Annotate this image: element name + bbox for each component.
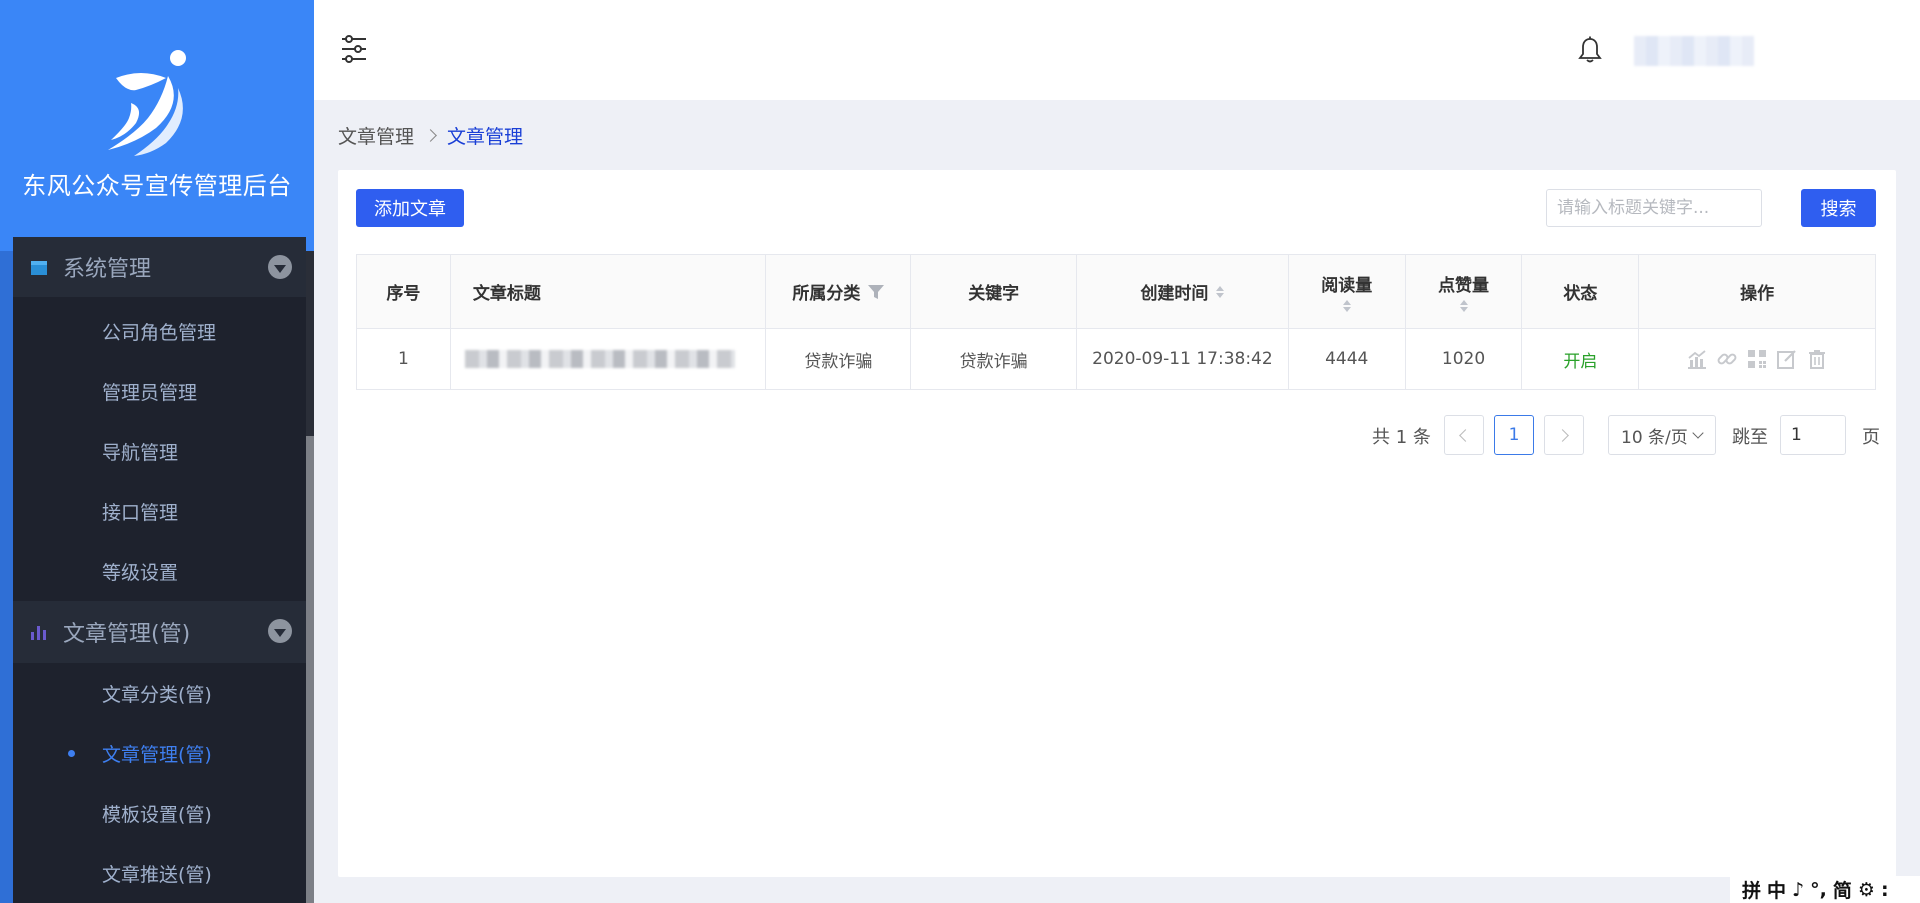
brand-panel: 东风公众号宣传管理后台 [0,0,314,251]
cell-created: 2020-09-11 17:38:42 [1077,329,1289,389]
breadcrumb-parent[interactable]: 文章管理 [338,122,414,149]
sidebar-group-articles[interactable]: 文章管理(管) [13,601,306,663]
cell-status: 开启 [1522,329,1640,389]
sort-icon[interactable] [1459,300,1468,312]
col-status: 状态 [1522,255,1640,328]
col-title-label: 文章标题 [472,284,541,304]
cell-reads: 4444 [1289,329,1406,389]
app-title: 东风公众号宣传管理后台 [22,172,292,200]
prev-page-button[interactable] [1444,415,1484,455]
bar-chart-icon [29,623,49,641]
table-header: 序号 文章标题 所属分类 关键字 创建时间 阅读量 点赞量 状态 操作 [357,255,1875,329]
bell-icon[interactable] [1578,36,1602,64]
cell-keyword: 贷款诈骗 [911,329,1078,389]
delete-icon[interactable] [1806,348,1828,370]
sidebar-item-navigation[interactable]: 导航管理 [102,438,178,465]
sidebar-group-system[interactable]: 系统管理 [13,237,306,297]
col-reads-label: 阅读量 [1321,276,1373,296]
sidebar-group-label: 系统管理 [63,257,152,282]
sidebar-item-company-roles[interactable]: 公司角色管理 [102,318,216,345]
jump-page-input[interactable] [1780,415,1846,455]
breadcrumb: 文章管理 文章管理 [338,122,523,149]
page-size-value: 10 条/页 [1621,427,1688,448]
edit-icon[interactable] [1776,348,1798,370]
page-number-button[interactable]: 1 [1494,415,1534,455]
settings-sliders-icon[interactable] [340,34,368,64]
ime-punct-icon[interactable]: °, [1810,879,1827,901]
breadcrumb-separator-icon [424,129,437,142]
cell-index: 1 [357,329,451,389]
search-button[interactable]: 搜索 [1801,189,1876,227]
sidebar-accent [0,251,13,903]
chevron-down-icon[interactable] [268,255,292,279]
top-header [314,0,1920,100]
cell-title[interactable] [451,329,767,389]
jump-label: 跳至 [1732,427,1768,448]
next-page-button[interactable] [1544,415,1584,455]
ime-more-icon[interactable]: : [1881,879,1889,901]
sidebar-item-admins[interactable]: 管理员管理 [102,378,197,405]
pagination-total: 共 1 条 [1372,427,1431,448]
chevron-left-icon [1459,428,1472,442]
chevron-down-icon [1692,427,1704,439]
col-likes[interactable]: 点赞量 [1406,255,1523,328]
articles-table: 序号 文章标题 所属分类 关键字 创建时间 阅读量 点赞量 状态 操作 1 贷款… [356,254,1876,390]
ime-settings-icon[interactable]: ⚙ [1858,879,1875,901]
pagination: 共 1 条 1 10 条/页 跳至 页 [338,415,1896,455]
ime-simplified-icon[interactable]: 简 [1833,876,1852,903]
col-keyword-label: 关键字 [968,284,1020,304]
table-row: 1 贷款诈骗 贷款诈骗 2020-09-11 17:38:42 4444 102… [357,329,1875,389]
col-index: 序号 [357,255,451,328]
add-article-button[interactable]: 添加文章 [356,189,464,227]
col-title: 文章标题 [451,255,767,328]
col-likes-label: 点赞量 [1438,276,1490,296]
sidebar: 东风公众号宣传管理后台 系统管理 公司角色管理 管理员管理 导航管理 接口管理 … [0,0,314,903]
sidebar-item-api[interactable]: 接口管理 [102,498,178,525]
stats-icon[interactable] [1686,348,1708,370]
col-status-label: 状态 [1563,284,1598,304]
chevron-down-icon[interactable] [268,619,292,643]
sort-icon[interactable] [1342,300,1351,312]
col-index-label: 序号 [386,284,421,304]
col-created-label: 创建时间 [1140,284,1209,304]
col-created[interactable]: 创建时间 [1077,255,1289,328]
chevron-right-icon [1556,428,1569,442]
col-keyword: 关键字 [911,255,1078,328]
cell-category: 贷款诈骗 [766,329,912,389]
link-icon[interactable] [1716,348,1738,370]
cell-likes: 1020 [1406,329,1523,389]
col-category-label: 所属分类 [792,284,861,304]
sidebar-item-article-push[interactable]: 文章推送(管) [102,860,212,887]
page-unit-label: 页 [1862,427,1880,448]
row-actions [1686,348,1828,370]
col-category: 所属分类 [766,255,912,328]
filter-icon[interactable] [868,284,885,299]
sidebar-item-levels[interactable]: 等级设置 [102,558,178,585]
sidebar-group-label: 文章管理(管) [63,622,191,647]
page-size-select[interactable]: 10 条/页 [1608,415,1716,455]
title-search-input[interactable] [1546,189,1762,227]
col-ops-label: 操作 [1740,284,1775,304]
col-reads[interactable]: 阅读量 [1289,255,1406,328]
cell-ops [1639,329,1875,389]
sort-icon[interactable] [1216,285,1225,298]
breadcrumb-current: 文章管理 [447,126,524,148]
sidebar-item-article-management[interactable]: 文章管理(管) [102,740,212,767]
calendar-icon [29,258,49,276]
sidebar-scrollbar-thumb[interactable] [306,436,314,903]
sidebar-item-article-categories[interactable]: 文章分类(管) [102,680,212,707]
qrcode-icon[interactable] [1746,348,1768,370]
content-card: 添加文章 搜索 序号 文章标题 所属分类 关键字 创建时间 阅读量 点赞量 [338,170,1896,877]
ime-toolbar[interactable]: 拼 中 ♪ °, 简 ⚙ : [1730,876,1920,903]
ime-pinyin-icon[interactable]: 拼 [1742,876,1761,903]
redacted-title [464,350,735,368]
user-menu[interactable] [1634,36,1754,66]
sidebar-item-templates[interactable]: 模板设置(管) [102,800,212,827]
logo-icon [108,50,186,156]
ime-lang-icon[interactable]: 中 [1767,876,1786,903]
col-ops: 操作 [1639,255,1875,328]
active-indicator [68,750,75,757]
ime-moon-icon[interactable]: ♪ [1792,879,1804,901]
